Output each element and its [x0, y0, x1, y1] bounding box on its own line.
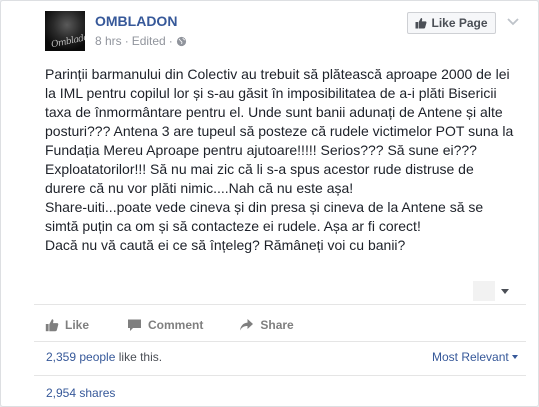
meta-separator-2: ·: [168, 34, 173, 48]
like-button[interactable]: Like: [45, 318, 89, 332]
avatar-signature: Ombladon: [50, 31, 85, 51]
post-body: Parinții barmanului din Colectiv au treb…: [45, 65, 515, 255]
divider: [34, 304, 526, 305]
likes-count: 2,359 people like this.: [46, 350, 162, 364]
likes-suffix: like this.: [115, 350, 163, 364]
likes-summary: 2,359 people like this. Most Relevant: [34, 344, 518, 370]
divider-2: [34, 341, 526, 342]
globe-icon[interactable]: [176, 36, 187, 47]
page-name-link[interactable]: OMBLADON: [95, 13, 177, 29]
post-time[interactable]: 8 hrs: [95, 34, 122, 48]
sort-label: Most Relevant: [432, 350, 509, 364]
options-thumb: [473, 281, 495, 301]
share-label: Share: [260, 318, 294, 332]
likes-people-link[interactable]: 2,359 people: [46, 350, 115, 364]
like-label: Like: [65, 318, 90, 332]
page-avatar[interactable]: Ombladon: [45, 11, 85, 51]
share-button[interactable]: Share: [239, 318, 294, 332]
comment-icon: [128, 319, 142, 331]
like-page-button[interactable]: Like Page: [407, 12, 496, 34]
like-page-label: Like Page: [431, 16, 488, 30]
chevron-down-icon[interactable]: [505, 13, 521, 29]
post-header: Ombladon OMBLADON 8 hrs · Edited · Like …: [1, 1, 538, 61]
comment-label: Comment: [148, 318, 204, 332]
post-paragraph-1: Parinții barmanului din Colectiv au treb…: [45, 66, 514, 196]
shares-link[interactable]: 2,954 shares: [46, 386, 115, 400]
meta-separator: ·: [124, 34, 129, 48]
comment-button[interactable]: Comment: [127, 318, 203, 332]
thumbs-up-icon: [45, 319, 59, 332]
share-icon: [240, 319, 254, 331]
divider-3: [34, 375, 526, 376]
sort-comments-dropdown[interactable]: Most Relevant: [432, 350, 518, 364]
caret-down-icon: [511, 355, 518, 359]
post-card: Ombladon OMBLADON 8 hrs · Edited · Like …: [0, 0, 539, 407]
post-paragraph-3: Dacă nu vă caută ei ce să înțeleg? Rămân…: [45, 237, 406, 253]
thumbs-up-icon: [415, 18, 427, 29]
edited-label[interactable]: Edited: [132, 34, 166, 48]
post-meta: 8 hrs · Edited ·: [95, 34, 187, 48]
caret-down-icon: [501, 289, 509, 294]
action-bar: Like Comment Share: [45, 314, 294, 336]
post-paragraph-2: Share-uiti...poate vede cineva și din pr…: [45, 199, 484, 234]
post-options-dropdown[interactable]: [473, 281, 513, 301]
